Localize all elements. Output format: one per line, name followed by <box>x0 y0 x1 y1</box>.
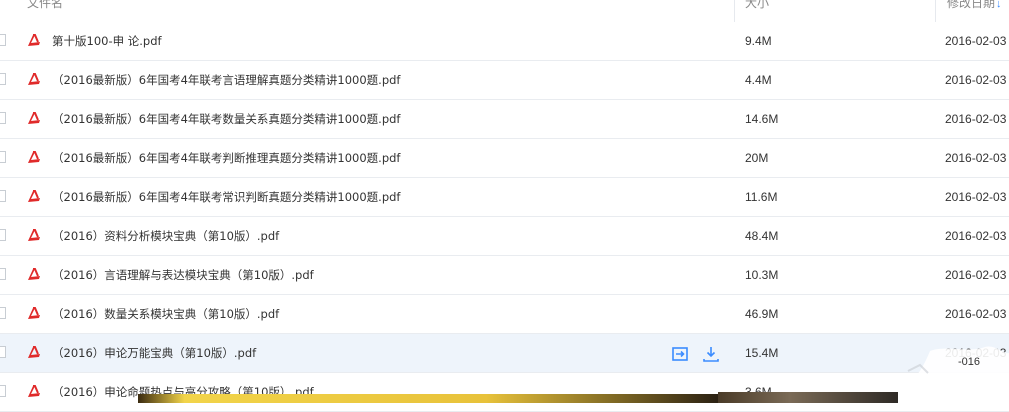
row-checkbox[interactable] <box>0 190 6 202</box>
row-checkbox[interactable] <box>0 73 6 85</box>
row-checkbox[interactable] <box>0 268 6 280</box>
file-date: 2016-02-03 <box>945 190 1007 204</box>
file-date: 2016-02-03 <box>945 73 1007 87</box>
row-checkbox[interactable] <box>0 112 6 124</box>
row-checkbox[interactable] <box>0 307 6 319</box>
header-size-column[interactable]: 大小 <box>745 0 769 10</box>
file-list-header: 文件名 大小 修改日期↓ <box>0 0 1009 23</box>
file-name[interactable]: （2016最新版）6年国考4年联考数量关系真题分类精讲1000题.pdf <box>52 100 400 138</box>
header-name-column[interactable]: 文件名 <box>27 0 63 10</box>
header-date-label: 修改日期 <box>947 0 996 10</box>
pdf-icon <box>28 307 40 319</box>
row-checkbox[interactable] <box>0 151 6 163</box>
file-date: 2016-02-03 <box>945 34 1007 48</box>
file-row[interactable]: （2016最新版）6年国考4年联考常识判断真题分类精讲1000题.pdf 11.… <box>0 178 1009 217</box>
file-list: 第十版100-申 论.pdf 9.4M 2016-02-03 （2016最新版）… <box>0 22 1009 412</box>
file-name[interactable]: （2016最新版）6年国考4年联考常识判断真题分类精讲1000题.pdf <box>52 178 400 216</box>
ad-banner-image <box>718 392 898 403</box>
file-size: 14.6M <box>745 112 779 126</box>
file-size: 48.4M <box>745 229 779 243</box>
file-name[interactable]: （2016最新版）6年国考4年联考言语理解真题分类精讲1000题.pdf <box>52 61 400 99</box>
row-checkbox[interactable] <box>0 229 6 241</box>
column-divider <box>935 0 936 22</box>
share-icon[interactable] <box>671 345 689 363</box>
file-date: 2016-02-03 <box>945 112 1007 126</box>
file-date: 2016-02-03 <box>945 229 1007 243</box>
header-date-column[interactable]: 修改日期↓ <box>947 0 1002 11</box>
file-date: 2016-02-03 <box>945 268 1007 282</box>
file-size: 15.4M <box>745 346 779 360</box>
file-size: 20M <box>745 151 769 165</box>
pdf-icon <box>28 73 40 85</box>
file-size: 10.3M <box>745 268 779 282</box>
file-row[interactable]: （2016最新版）6年国考4年联考言语理解真题分类精讲1000题.pdf 4.4… <box>0 61 1009 100</box>
pdf-icon <box>28 229 40 241</box>
file-name[interactable]: （2016）数量关系模块宝典（第10版）.pdf <box>52 295 279 333</box>
row-checkbox[interactable] <box>0 34 6 46</box>
file-size: 46.9M <box>745 307 779 321</box>
pdf-icon <box>28 151 40 163</box>
file-row[interactable]: （2016）数量关系模块宝典（第10版）.pdf 46.9M 2016-02-0… <box>0 295 1009 334</box>
sort-desc-icon[interactable]: ↓ <box>996 0 1002 10</box>
file-date: 2016-02-03 <box>945 307 1007 321</box>
file-date: 2016-02-03 <box>945 151 1007 165</box>
row-checkbox[interactable] <box>0 385 6 397</box>
partial-date-text: -016 <box>958 356 981 368</box>
pdf-icon <box>28 268 40 280</box>
pdf-icon <box>28 112 40 124</box>
ad-banner-strip <box>138 394 718 403</box>
file-row[interactable]: （2016最新版）6年国考4年联考判断推理真题分类精讲1000题.pdf 20M… <box>0 139 1009 178</box>
pdf-icon <box>28 190 40 202</box>
file-row[interactable]: （2016）资料分析模块宝典（第10版）.pdf 48.4M 2016-02-0… <box>0 217 1009 256</box>
file-name[interactable]: 第十版100-申 论.pdf <box>52 22 162 60</box>
file-name[interactable]: （2016）申论命题热点与高分攻略（第10版）.pdf <box>52 373 314 411</box>
download-icon[interactable] <box>702 345 720 363</box>
file-name[interactable]: （2016）申论万能宝典（第10版）.pdf <box>52 334 256 372</box>
file-name[interactable]: （2016最新版）6年国考4年联考判断推理真题分类精讲1000题.pdf <box>52 139 400 177</box>
file-size: 9.4M <box>745 34 772 48</box>
file-name[interactable]: （2016）言语理解与表达模块宝典（第10版）.pdf <box>52 256 314 294</box>
file-size: 4.4M <box>745 73 772 87</box>
file-row[interactable]: （2016最新版）6年国考4年联考数量关系真题分类精讲1000题.pdf 14.… <box>0 100 1009 139</box>
column-divider <box>734 0 735 22</box>
pdf-icon <box>28 346 40 358</box>
pdf-icon <box>28 34 40 46</box>
file-row[interactable]: 第十版100-申 论.pdf 9.4M 2016-02-03 <box>0 22 1009 61</box>
pdf-icon <box>28 385 40 397</box>
file-size: 11.6M <box>745 190 778 204</box>
file-row[interactable]: （2016）言语理解与表达模块宝典（第10版）.pdf 10.3M 2016-0… <box>0 256 1009 295</box>
file-name[interactable]: （2016）资料分析模块宝典（第10版）.pdf <box>52 217 279 255</box>
cursor-blur-decoration <box>900 346 1009 403</box>
row-checkbox[interactable] <box>0 346 6 358</box>
file-row-hovered[interactable]: （2016）申论万能宝典（第10版）.pdf 15.4M 2016-02-03 <box>0 334 1009 373</box>
